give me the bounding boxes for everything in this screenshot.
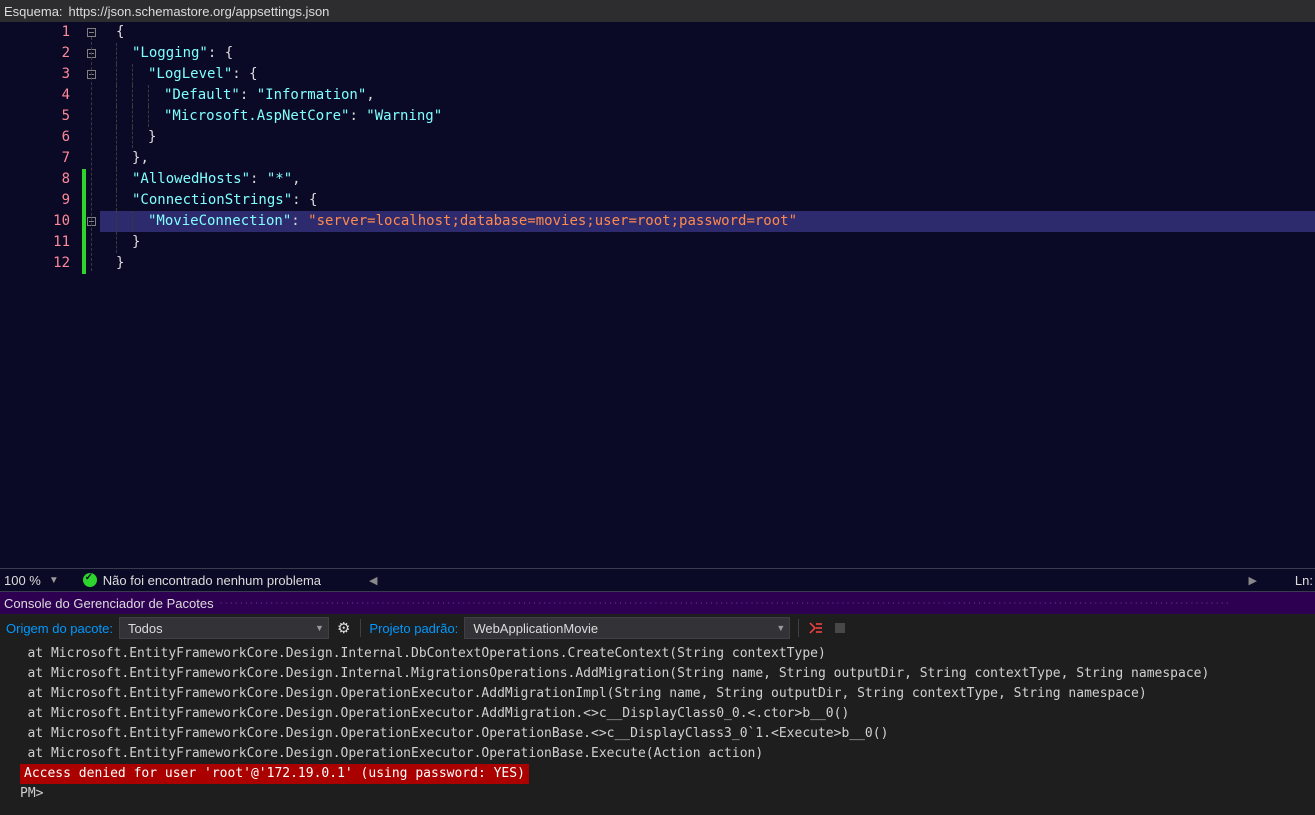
fold-guide-line: [91, 37, 92, 271]
code-line[interactable]: "Logging": {: [100, 43, 1315, 64]
separator: [798, 619, 799, 637]
console-line: at Microsoft.EntityFrameworkCore.Design.…: [0, 644, 1315, 664]
package-source-value: Todos: [128, 621, 163, 636]
panel-grip-decoration: ∙∙∙∙∙∙∙∙∙∙∙∙∙∙∙∙∙∙∙∙∙∙∙∙∙∙∙∙∙∙∙∙∙∙∙∙∙∙∙∙…: [214, 597, 1315, 609]
line-number: 2: [0, 43, 70, 64]
code-area[interactable]: { "Logging": { "LogLevel": { "Default": …: [100, 22, 1315, 568]
previous-issue-icon[interactable]: ◀: [361, 574, 385, 587]
line-number: 9: [0, 190, 70, 211]
code-line[interactable]: },: [100, 148, 1315, 169]
line-number: 4: [0, 85, 70, 106]
line-indicator-label: Ln:: [1295, 573, 1315, 588]
panel-title: Console do Gerenciador de Pacotes: [4, 596, 214, 611]
line-number: 1: [0, 22, 70, 43]
line-number: 6: [0, 127, 70, 148]
package-console-toolbar: Origem do pacote: Todos ▼ ⚙ Projeto padr…: [0, 614, 1315, 642]
chevron-down-icon: ▼: [776, 623, 785, 633]
panel-title-bar: Console do Gerenciador de Pacotes ∙∙∙∙∙∙…: [0, 592, 1315, 614]
next-issue-icon[interactable]: ▶: [1240, 574, 1264, 587]
code-line[interactable]: "AllowedHosts": "*",: [100, 169, 1315, 190]
default-project-dropdown[interactable]: WebApplicationMovie ▼: [464, 617, 790, 639]
code-line[interactable]: "ConnectionStrings": {: [100, 190, 1315, 211]
code-line[interactable]: "LogLevel": {: [100, 64, 1315, 85]
console-line: at Microsoft.EntityFrameworkCore.Design.…: [0, 744, 1315, 764]
separator: [360, 619, 361, 637]
console-prompt[interactable]: PM>: [0, 784, 1315, 804]
clear-console-icon[interactable]: [807, 619, 825, 637]
code-line[interactable]: }: [100, 127, 1315, 148]
package-source-dropdown[interactable]: Todos ▼: [119, 617, 329, 639]
package-source-label: Origem do pacote:: [6, 621, 113, 636]
console-line: at Microsoft.EntityFrameworkCore.Design.…: [0, 704, 1315, 724]
line-number: 3: [0, 64, 70, 85]
line-number: 10: [0, 211, 70, 232]
schema-bar: Esquema: https://json.schemastore.org/ap…: [0, 0, 1315, 22]
code-line[interactable]: "Default": "Information",: [100, 85, 1315, 106]
console-error-line: Access denied for user 'root'@'172.19.0.…: [20, 764, 529, 784]
zoom-value: 100 %: [4, 573, 41, 588]
zoom-selector[interactable]: 100 % ▼: [0, 573, 63, 588]
editor-status-bar: 100 % ▼ Não foi encontrado nenhum proble…: [0, 568, 1315, 592]
line-number: 11: [0, 232, 70, 253]
chevron-down-icon: ▼: [49, 575, 59, 586]
console-line: at Microsoft.EntityFrameworkCore.Design.…: [0, 664, 1315, 684]
fold-column: [86, 22, 100, 568]
default-project-value: WebApplicationMovie: [473, 621, 598, 636]
console-line: at Microsoft.EntityFrameworkCore.Design.…: [0, 684, 1315, 704]
schema-label: Esquema:: [0, 4, 69, 19]
default-project-label: Projeto padrão:: [369, 621, 458, 636]
console-line: at Microsoft.EntityFrameworkCore.Design.…: [0, 724, 1315, 744]
code-line[interactable]: {: [100, 22, 1315, 43]
code-editor[interactable]: 1 2 3 4 5 6 7 8 9 10 11 12 { "Logging": …: [0, 22, 1315, 568]
code-line[interactable]: "Microsoft.AspNetCore": "Warning": [100, 106, 1315, 127]
chevron-down-icon: ▼: [315, 623, 324, 633]
line-number: 7: [0, 148, 70, 169]
code-line[interactable]: }: [100, 253, 1315, 274]
line-number: 8: [0, 169, 70, 190]
line-number: 5: [0, 106, 70, 127]
check-circle-icon: [83, 573, 97, 587]
fold-toggle-icon[interactable]: [87, 28, 96, 37]
status-message: Não foi encontrado nenhum problema: [103, 573, 321, 588]
gear-icon[interactable]: ⚙: [335, 619, 352, 637]
line-number: 12: [0, 253, 70, 274]
schema-url-input[interactable]: https://json.schemastore.org/appsettings…: [69, 4, 1315, 19]
code-line[interactable]: "MovieConnection": "server=localhost;dat…: [100, 211, 1315, 232]
console-output[interactable]: at Microsoft.EntityFrameworkCore.Design.…: [0, 642, 1315, 815]
stop-icon[interactable]: [831, 619, 849, 637]
code-line[interactable]: }: [100, 232, 1315, 253]
line-number-gutter: 1 2 3 4 5 6 7 8 9 10 11 12: [0, 22, 80, 568]
